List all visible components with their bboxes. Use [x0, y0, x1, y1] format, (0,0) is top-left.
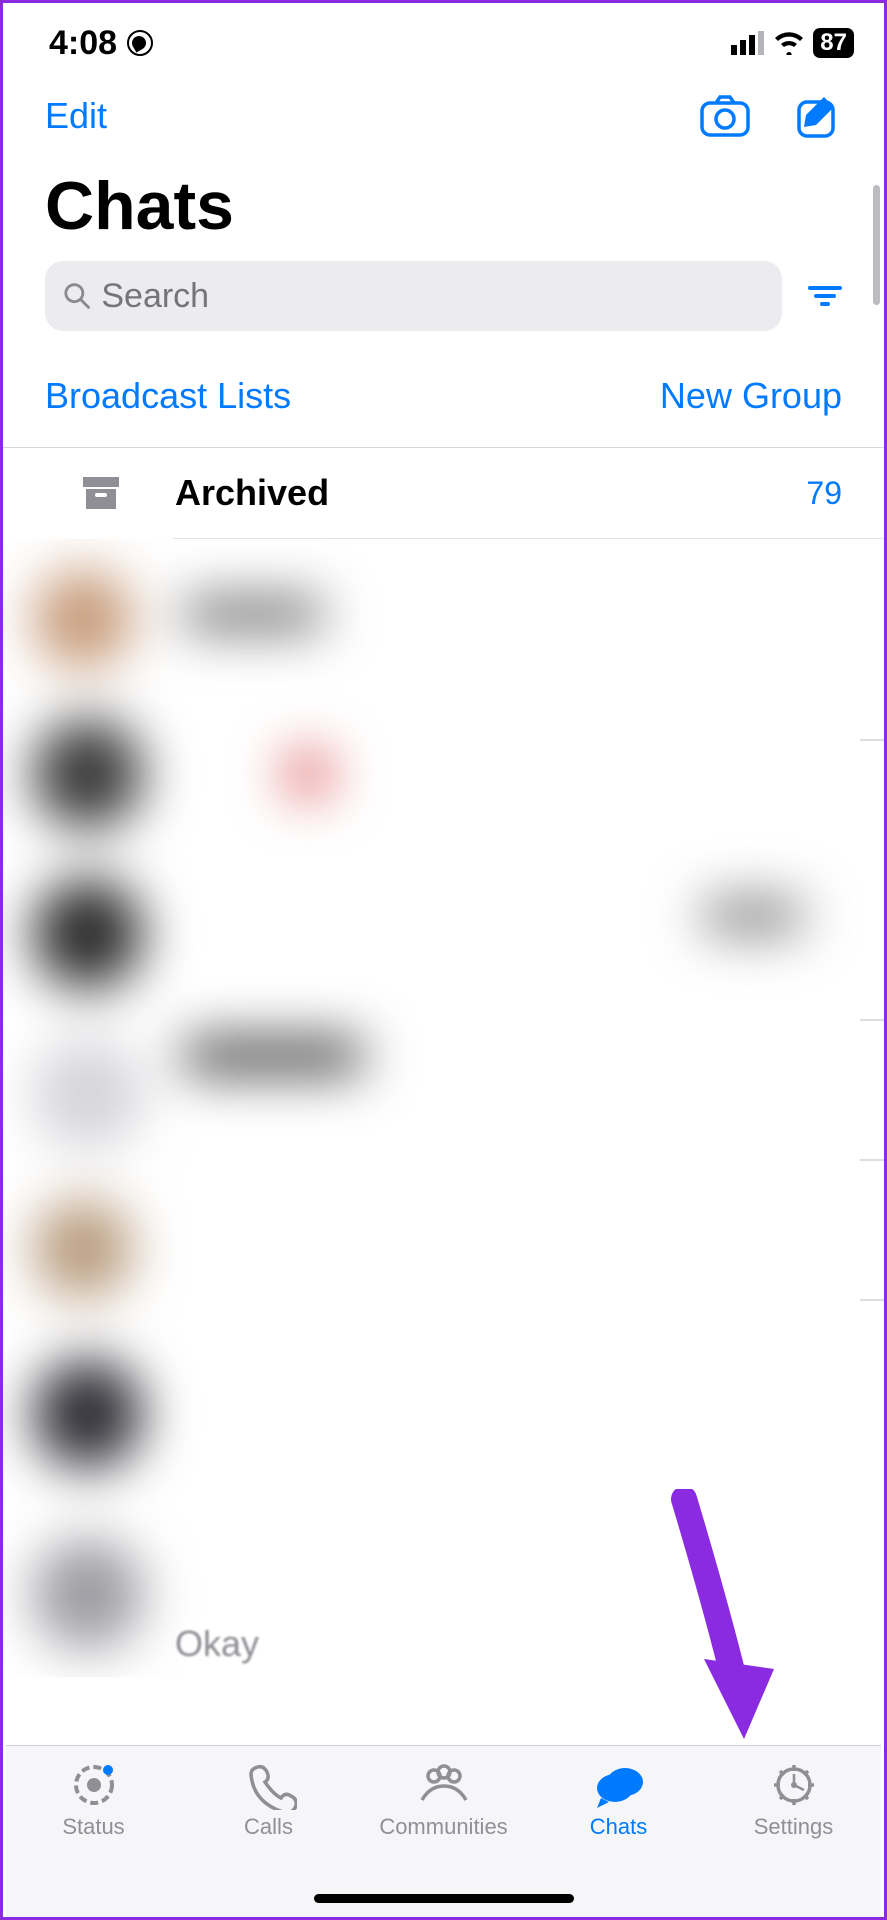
- gear-icon: [766, 1760, 822, 1810]
- archived-label: Archived: [175, 472, 750, 514]
- tab-label: Communities: [379, 1814, 507, 1840]
- blurred-content: [3, 539, 884, 1677]
- phone-icon: [241, 1760, 297, 1810]
- page-title: Chats: [3, 149, 884, 261]
- archive-icon: [83, 477, 119, 509]
- broadcast-lists-button[interactable]: Broadcast Lists: [45, 375, 291, 417]
- tab-label: Status: [62, 1814, 124, 1840]
- camera-icon[interactable]: [700, 95, 750, 137]
- archived-count: 79: [806, 475, 842, 512]
- search-input[interactable]: [101, 277, 764, 316]
- new-group-button[interactable]: New Group: [660, 375, 842, 417]
- edit-button[interactable]: Edit: [45, 95, 107, 137]
- globe-icon: [127, 30, 153, 56]
- chat-preview: Okay: [175, 1623, 259, 1665]
- tab-communities[interactable]: Communities: [356, 1746, 531, 1917]
- status-time: 4:08: [49, 24, 117, 63]
- tab-calls[interactable]: Calls: [181, 1746, 356, 1917]
- chat-list[interactable]: Okay: [3, 539, 884, 1677]
- tab-label: Calls: [244, 1814, 293, 1840]
- status-indicators: 87: [731, 28, 854, 58]
- tab-chats[interactable]: Chats: [531, 1746, 706, 1917]
- scrollbar[interactable]: [873, 185, 880, 305]
- tab-label: Settings: [754, 1814, 834, 1840]
- archived-row[interactable]: Archived 79: [3, 448, 884, 538]
- cellular-icon: [731, 31, 765, 55]
- tab-settings[interactable]: Settings: [706, 1746, 881, 1917]
- tab-status[interactable]: Status: [6, 1746, 181, 1917]
- home-indicator[interactable]: [314, 1894, 574, 1903]
- search-box[interactable]: [45, 261, 782, 331]
- status-icon: [66, 1760, 122, 1810]
- tab-bar: Status Calls Communities Chats Settings: [6, 1745, 881, 1917]
- wifi-icon: [773, 31, 805, 55]
- communities-icon: [416, 1760, 472, 1810]
- chats-icon: [591, 1760, 647, 1810]
- filter-icon[interactable]: [808, 284, 842, 308]
- status-bar: 4:08 87: [3, 3, 884, 75]
- search-icon: [63, 281, 91, 311]
- battery-level: 87: [813, 28, 854, 58]
- compose-icon[interactable]: [796, 93, 842, 139]
- nav-row: Edit: [3, 75, 884, 149]
- tab-label: Chats: [590, 1814, 647, 1840]
